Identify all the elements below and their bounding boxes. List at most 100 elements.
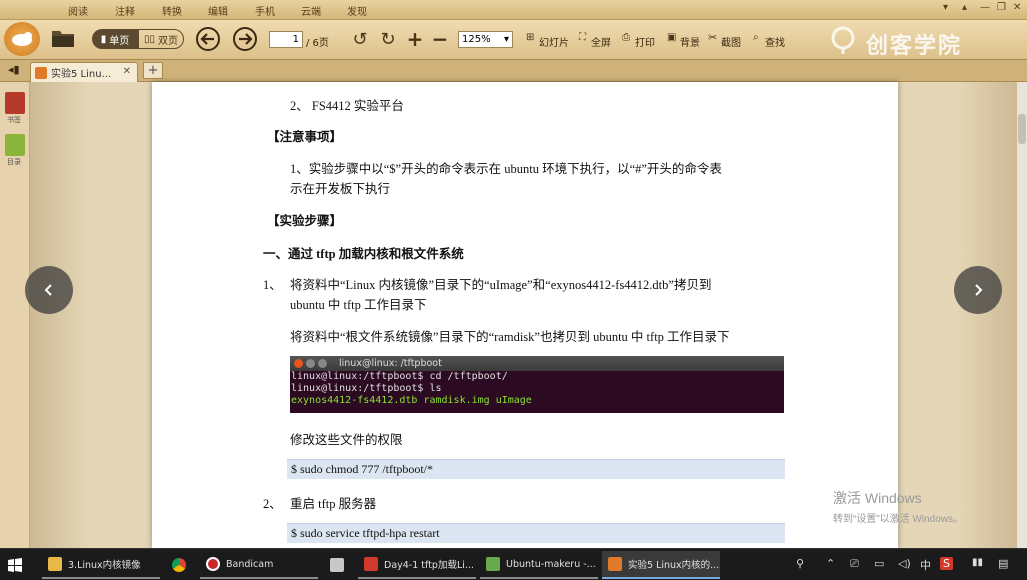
tab-document[interactable]: 实验5 Linu... ✕ xyxy=(30,62,138,82)
pdf-reader-icon xyxy=(608,557,622,571)
dropdown-icon[interactable]: ▾ xyxy=(943,2,948,13)
vertical-scrollbar[interactable] xyxy=(1017,82,1027,548)
fullscreen-icon: ⛶ xyxy=(579,32,586,43)
restore-icon[interactable]: ❐ xyxy=(997,2,1006,13)
next-page-overlay-button[interactable] xyxy=(954,266,1002,314)
sidebar: 书签 目录 xyxy=(0,82,30,548)
pdf-icon xyxy=(35,66,47,79)
screenshot-button[interactable]: 截图 xyxy=(721,34,741,49)
zoom-in-icon[interactable]: + xyxy=(405,27,425,51)
doc-line: 示在开发板下执行 xyxy=(290,182,391,196)
double-page-button[interactable]: ▯▯ 双页 xyxy=(138,29,184,49)
terminal-close-icon xyxy=(294,359,303,368)
double-page-label: 双页 xyxy=(158,35,178,47)
taskbar-item-pdf-reader[interactable]: 实验5 Linux内核的... xyxy=(602,551,720,579)
brand-logo-icon xyxy=(826,24,860,56)
code-block: $ sudo chmod 777 /tftpboot/* xyxy=(287,459,785,479)
taskbar-item-chrome[interactable] xyxy=(166,551,194,579)
taskbar-item-bandicam[interactable]: Bandicam xyxy=(200,551,318,579)
list-number: 1、 xyxy=(263,278,282,292)
next-page-icon[interactable] xyxy=(231,25,259,53)
scrollbar-thumb[interactable] xyxy=(1018,114,1026,144)
brand-name: 创客学院 xyxy=(866,34,963,59)
search-icon: ⌕ xyxy=(753,32,759,43)
taskbar-item-folder[interactable]: 3.Linux内核镜像 xyxy=(42,551,160,579)
terminal-title: linux@linux: /tftpboot xyxy=(339,358,442,369)
toolbar: ▮ 单页 ▯▯ 双页 1 / 6页 ↺ ↻ + − 125% ▾ ⊞ 幻灯片 ⛶ 全… xyxy=(0,20,1027,60)
taskbar-item-image-viewer[interactable] xyxy=(324,551,352,579)
menu-bar: 阅读 注释 转换 编辑 手机 云端 发现 ▾ ▴ — ❐ ✕ xyxy=(0,0,1027,20)
doc-line: 重启 tftp 服务器 xyxy=(290,497,377,511)
rotate-left-icon[interactable]: ↺ xyxy=(350,28,370,50)
list-number: 2、 xyxy=(263,497,282,511)
windows-icon xyxy=(8,558,22,572)
chrome-icon xyxy=(172,558,186,572)
taskbar: 3.Linux内核镜像 Bandicam Day4-1 tftp加载Li... … xyxy=(0,548,1027,580)
battery-icon[interactable]: ▭ xyxy=(874,557,884,570)
page-total: / 6页 xyxy=(306,38,329,49)
doc-line: ubuntu 中 tftp 工作目录下 xyxy=(290,298,427,312)
single-page-button[interactable]: ▮ 单页 xyxy=(92,29,138,49)
background-button[interactable]: 背景 xyxy=(680,34,700,49)
tab-close-icon[interactable]: ✕ xyxy=(123,66,131,77)
scissors-icon: ✂ xyxy=(708,31,718,44)
terminal-minimize-icon xyxy=(306,359,315,368)
bandicam-icon xyxy=(206,557,220,571)
menu-mobile[interactable]: 手机 xyxy=(255,3,275,18)
menu-edit[interactable]: 编辑 xyxy=(208,3,228,18)
close-icon[interactable]: ✕ xyxy=(1013,2,1021,13)
prev-page-icon[interactable] xyxy=(194,25,222,53)
show-hidden-icons-icon[interactable]: ⌃ xyxy=(826,557,835,570)
background-icon: ▣ xyxy=(667,32,677,43)
menu-cloud[interactable]: 云端 xyxy=(301,3,321,18)
chevron-right-icon xyxy=(975,284,983,296)
taskbar-item-tftp-doc[interactable]: Day4-1 tftp加载Li... xyxy=(358,551,476,579)
new-tab-button[interactable]: + xyxy=(143,62,163,79)
section-heading: 【实验步骤】 xyxy=(267,214,343,228)
doc-line: 2、 FS4412 实验平台 xyxy=(290,99,404,113)
taskbar-label: Ubuntu-makeru -... xyxy=(506,558,596,570)
ime-indicator[interactable]: 中 xyxy=(920,557,931,573)
toc-icon[interactable] xyxy=(5,134,25,156)
start-button[interactable] xyxy=(8,551,30,579)
doc-line: 修改这些文件的权限 xyxy=(290,433,403,447)
doc-line: 1、实验步骤中以“$”开头的命令表示在 ubuntu 环境下执行，以“#”开头的… xyxy=(290,162,722,176)
open-folder-icon[interactable] xyxy=(50,26,76,50)
prev-page-overlay-button[interactable] xyxy=(25,266,73,314)
toc-label: 目录 xyxy=(7,158,21,166)
collapse-sidebar-icon[interactable]: ◂▮ xyxy=(8,63,20,76)
terminal-maximize-icon xyxy=(318,359,327,368)
taskbar-label: Day4-1 tftp加载Li... xyxy=(384,560,474,571)
people-icon[interactable]: ⚲ xyxy=(796,557,804,570)
clock[interactable]: ▮▮ xyxy=(972,557,983,568)
bookmark-icon[interactable] xyxy=(5,92,25,114)
bookmark-label: 书签 xyxy=(7,116,21,124)
minimize-icon[interactable]: — xyxy=(980,2,990,13)
search-button[interactable]: 查找 xyxy=(765,34,785,49)
code-block: $ sudo service tftpd-hpa restart xyxy=(287,523,785,543)
chevron-down-icon: ▾ xyxy=(503,34,509,45)
network-icon[interactable]: ⎚ xyxy=(850,557,859,571)
zoom-select[interactable]: 125% ▾ xyxy=(458,31,513,48)
menu-discover[interactable]: 发现 xyxy=(347,3,367,18)
app-logo-icon[interactable] xyxy=(4,22,40,56)
slideshow-button[interactable]: 幻灯片 xyxy=(539,34,569,49)
menu-read[interactable]: 阅读 xyxy=(68,3,88,18)
document-page: 2、 FS4412 实验平台 【注意事项】 1、实验步骤中以“$”开头的命令表示… xyxy=(152,82,898,548)
terminal-screenshot: linux@linux: /tftpboot linux@linux:/tftp… xyxy=(290,356,784,413)
rotate-right-icon[interactable]: ↻ xyxy=(378,28,398,50)
terminal-line: linux@linux:/tftpboot$ ls xyxy=(291,383,442,394)
notification-icon[interactable]: ▤ xyxy=(998,557,1008,570)
volume-icon[interactable]: ◁) xyxy=(898,557,911,570)
fullscreen-button[interactable]: 全屏 xyxy=(591,34,611,49)
taskbar-label: 实验5 Linux内核的... xyxy=(628,560,720,571)
sogou-icon[interactable]: S xyxy=(940,557,953,570)
terminal-line: exynos4412-fs4412.dtb ramdisk.img uImage xyxy=(291,395,532,406)
print-button[interactable]: 打印 xyxy=(635,34,655,49)
taskbar-item-vmware[interactable]: Ubuntu-makeru -... xyxy=(480,551,598,579)
menu-annotate[interactable]: 注释 xyxy=(115,3,135,18)
shirt-icon[interactable]: ▴ xyxy=(962,2,967,13)
page-number-input[interactable]: 1 xyxy=(269,31,303,48)
zoom-out-icon[interactable]: − xyxy=(430,27,450,51)
menu-convert[interactable]: 转换 xyxy=(162,3,182,18)
